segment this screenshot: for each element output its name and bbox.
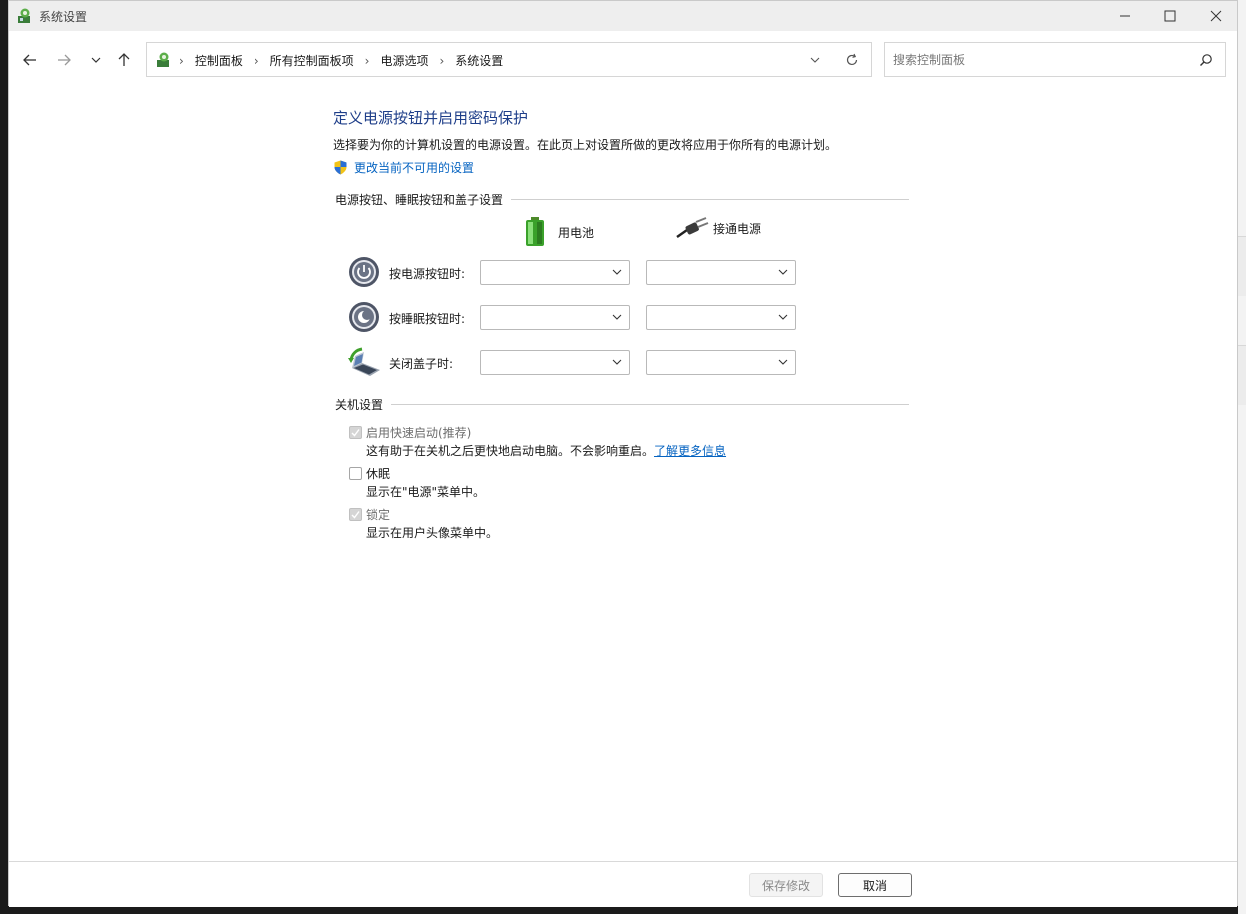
address-bar[interactable]: › 控制面板 › 所有控制面板项 › 电源选项 › 系统设置 [146,42,872,77]
sleep-button-label: 按睡眠按钮时: [389,312,466,326]
background-strip [1238,236,1246,296]
power-button-plugged-select[interactable] [646,260,796,285]
navigation-bar: › 控制面板 › 所有控制面板项 › 电源选项 › 系统设置 [9,31,1237,87]
up-button[interactable] [113,49,135,71]
sleep-button-plugged-select[interactable] [646,305,796,330]
breadcrumb-separator[interactable]: › [439,54,444,68]
shutdown-section-header: 关机设置 [335,396,909,413]
search-input[interactable] [893,51,1183,69]
laptop-lid-icon [348,347,380,376]
page-description: 选择要为你的计算机设置的电源设置。在此页上对设置所做的更改将应用于你所有的电源计… [333,138,838,152]
fast-startup-checkbox[interactable] [349,426,362,439]
lock-option[interactable]: 锁定 [349,506,390,523]
learn-more-link[interactable]: 了解更多信息 [654,444,726,458]
sleep-button-icon [349,302,379,332]
title-bar: 系统设置 [9,1,1237,31]
search-box[interactable] [884,42,1226,77]
footer-bar: 保存修改 取消 [9,861,1237,907]
breadcrumb: › 控制面板 › 所有控制面板项 › 电源选项 › 系统设置 [179,52,503,69]
section-divider [511,199,909,200]
maximize-button[interactable] [1147,1,1193,31]
forward-button[interactable] [53,49,75,71]
chevron-down-icon [91,57,101,63]
chevron-down-icon [612,314,622,320]
battery-icon [526,217,544,246]
breadcrumb-separator: › [179,53,184,68]
control-panel-icon [18,8,30,23]
battery-column-header: 用电池 [524,217,594,247]
chevron-down-icon [612,269,622,275]
checkmark-icon [351,511,360,519]
window-title: 系统设置 [39,10,88,24]
chevron-down-icon [778,314,788,320]
minimize-icon [1120,15,1130,17]
hibernate-description: 显示在"电源"菜单中。 [366,485,486,499]
minimize-button[interactable] [1102,1,1148,31]
close-lid-label: 关闭盖子时: [389,357,454,371]
search-icon[interactable] [1197,51,1215,69]
breadcrumb-item-power-options[interactable]: 电源选项 [380,52,428,69]
checkmark-icon [351,429,360,437]
main-content: 定义电源按钮并启用密码保护 选择要为你的计算机设置的电源设置。在此页上对设置所做… [9,87,1237,861]
power-button-label: 按电源按钮时: [389,267,466,281]
system-settings-window: 系统设置 › 控制面板 › 所有控制面板项 › 电源选项 › 系统设置 搜索控制… [8,0,1238,907]
sleep-button-battery-select[interactable] [480,305,630,330]
power-button-battery-select[interactable] [480,260,630,285]
background-window-edge [1238,0,1246,914]
cancel-button[interactable]: 取消 [838,873,912,897]
breadcrumb-item-all-items[interactable]: 所有控制面板项 [270,52,354,69]
address-history-button[interactable] [805,51,825,69]
change-settings-link-text[interactable]: 更改当前不可用的设置 [354,159,474,176]
hibernate-checkbox[interactable] [349,467,362,480]
lock-label: 锁定 [366,508,391,522]
section-divider [391,404,909,405]
close-lid-battery-select[interactable] [480,350,630,375]
power-button-icon [349,257,379,287]
fast-startup-option[interactable]: 启用快速启动(推荐) [349,424,471,441]
plugged-in-column-header: 接通电源 [675,217,761,239]
up-arrow-icon [118,53,130,66]
plugged-in-column-label: 接通电源 [713,221,762,236]
change-settings-link[interactable]: 更改当前不可用的设置 [333,159,474,176]
hibernate-label: 休眠 [366,467,391,481]
close-button[interactable] [1193,1,1239,31]
chevron-down-icon [778,359,788,365]
fast-startup-label: 启用快速启动(推荐) [366,426,472,440]
uac-shield-icon [334,160,347,175]
recent-locations-button[interactable] [85,49,107,71]
background-strip [1238,345,1246,405]
breadcrumb-separator[interactable]: › [254,54,259,68]
chevron-down-icon [612,359,622,365]
close-icon [1210,10,1222,22]
refresh-button[interactable] [842,51,862,69]
page-title: 定义电源按钮并启用密码保护 [333,109,529,127]
breadcrumb-item-control-panel[interactable]: 控制面板 [195,52,243,69]
control-panel-icon [157,52,169,67]
breadcrumb-separator[interactable]: › [365,54,370,68]
back-arrow-icon [23,54,36,66]
save-changes-button[interactable]: 保存修改 [749,873,823,897]
power-plug-icon [676,217,709,239]
battery-column-label: 用电池 [558,225,595,240]
power-buttons-section-title: 电源按钮、睡眠按钮和盖子设置 [335,193,504,207]
fast-startup-description: 这有助于在关机之后更快地启动电脑。不会影响重启。了解更多信息 [366,442,726,459]
back-button[interactable] [19,49,41,71]
lock-checkbox[interactable] [349,508,362,521]
chevron-down-icon [778,269,788,275]
close-lid-plugged-select[interactable] [646,350,796,375]
power-buttons-section-header: 电源按钮、睡眠按钮和盖子设置 [335,191,909,208]
fast-startup-description-text: 这有助于在关机之后更快地启动电脑。不会影响重启。 [366,444,655,458]
hibernate-option[interactable]: 休眠 [349,465,390,482]
forward-arrow-icon [58,54,71,66]
shutdown-section-title: 关机设置 [335,398,384,412]
refresh-icon [846,53,858,66]
chevron-down-icon [810,57,820,63]
maximize-icon [1164,10,1176,22]
lock-description: 显示在用户头像菜单中。 [366,526,499,540]
breadcrumb-item-system-settings[interactable]: 系统设置 [455,52,503,69]
